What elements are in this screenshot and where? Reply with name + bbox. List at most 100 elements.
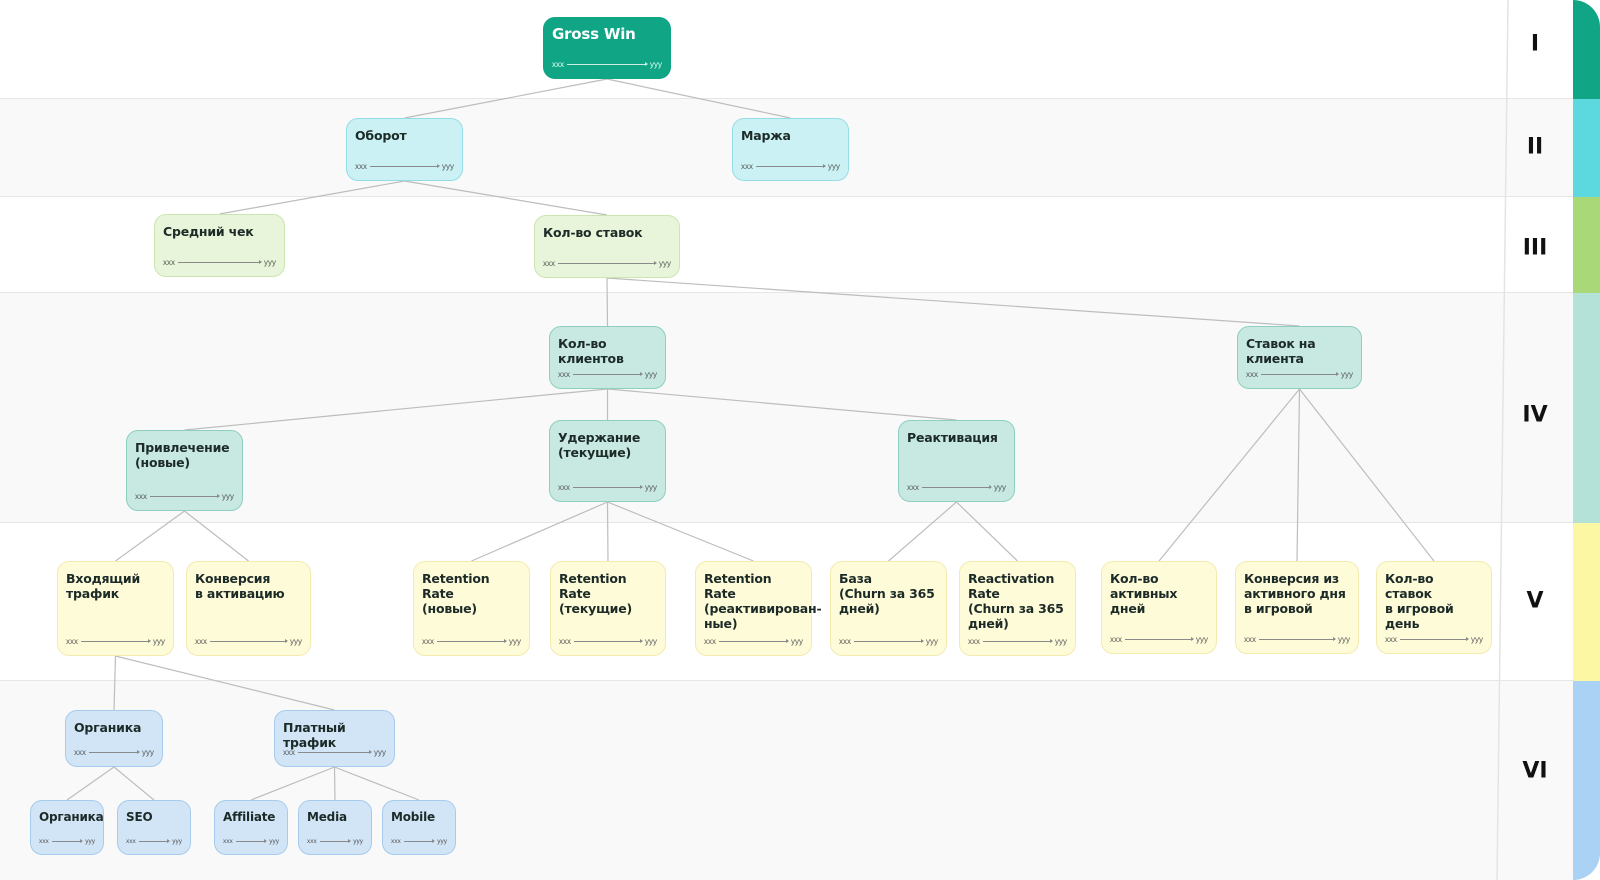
range-max: yyy bbox=[926, 636, 938, 646]
node-bets-count[interactable]: Кол-во ставок xxx yyy bbox=[534, 215, 680, 278]
node-range: xxx yyy bbox=[1244, 634, 1350, 644]
range-arrow-icon bbox=[558, 260, 657, 265]
range-arrow-icon bbox=[319, 838, 351, 843]
node-title: Retention Rate (текущие) bbox=[559, 571, 633, 616]
node-title: Удержание (текущие) bbox=[558, 430, 641, 460]
range-min: xxx bbox=[66, 636, 78, 646]
range-min: xxx bbox=[135, 491, 147, 501]
node-title: Реактивация bbox=[907, 430, 998, 445]
node-rr-current[interactable]: Retention Rate (текущие) xxx yyy bbox=[550, 561, 666, 656]
range-max: yyy bbox=[828, 161, 840, 171]
node-gross-win[interactable]: Gross Win xxx yyy bbox=[543, 17, 671, 79]
node-range: xxx yyy bbox=[1110, 634, 1208, 644]
node-turnover[interactable]: Оборот xxx yyy bbox=[346, 118, 463, 181]
range-max: yyy bbox=[353, 837, 363, 845]
range-max: yyy bbox=[442, 161, 454, 171]
node-title: Кол-во клиентов bbox=[558, 336, 624, 366]
node-activation-conv[interactable]: Конверсия в активацию xxx yyy bbox=[186, 561, 311, 656]
node-rr-reactivated[interactable]: Retention Rate (реактивирован- ные) xxx yy… bbox=[695, 561, 822, 656]
range-max: yyy bbox=[290, 636, 302, 646]
range-arrow-icon bbox=[235, 838, 267, 843]
node-range: xxx yyy bbox=[1246, 369, 1353, 379]
range-min: xxx bbox=[163, 257, 175, 267]
range-arrow-icon bbox=[1261, 371, 1339, 376]
node-active-days[interactable]: Кол-во активных дней xxx yyy bbox=[1101, 561, 1217, 654]
range-max: yyy bbox=[172, 837, 182, 845]
range-max: yyy bbox=[645, 636, 657, 646]
node-media[interactable]: Media xxx yyy bbox=[298, 800, 372, 855]
range-min: xxx bbox=[543, 258, 555, 268]
node-affiliate[interactable]: Affiliate xxx yyy bbox=[214, 800, 288, 855]
node-title: Reactivation Rate (Churn за 365 дней) bbox=[968, 571, 1064, 631]
range-max: yyy bbox=[222, 491, 234, 501]
range-min: xxx bbox=[39, 837, 49, 845]
range-arrow-icon bbox=[1400, 636, 1469, 641]
node-base-churn[interactable]: База (Churn за 365 дней) xxx yyy bbox=[830, 561, 947, 656]
node-paid-traffic[interactable]: Платный трафик xxx yyy bbox=[274, 710, 395, 767]
range-arrow-icon bbox=[81, 638, 151, 643]
node-reactivation[interactable]: Реактивация xxx yyy bbox=[898, 420, 1015, 502]
node-range: xxx yyy bbox=[559, 636, 657, 646]
node-incoming-traffic[interactable]: Входящий трафик xxx yyy bbox=[57, 561, 174, 656]
level-color-strip-iv bbox=[1573, 293, 1600, 523]
range-min: xxx bbox=[558, 482, 570, 492]
range-arrow-icon bbox=[922, 484, 992, 489]
node-organic-sub[interactable]: Органика xxx yyy bbox=[30, 800, 104, 855]
range-arrow-icon bbox=[573, 484, 643, 489]
range-arrow-icon bbox=[567, 61, 648, 66]
node-seo[interactable]: SEO xxx yyy bbox=[117, 800, 191, 855]
node-avg-check[interactable]: Средний чек xxx yyy bbox=[154, 214, 285, 277]
node-title: Кол-во активных дней bbox=[1110, 571, 1178, 616]
node-title: Платный трафик bbox=[283, 720, 346, 750]
range-arrow-icon bbox=[437, 638, 507, 643]
range-max: yyy bbox=[374, 747, 386, 757]
node-retention[interactable]: Удержание (текущие) xxx yyy bbox=[549, 420, 666, 502]
node-active-to-game-conv[interactable]: Конверсия из активного дня в игровой xxx y… bbox=[1235, 561, 1359, 654]
node-range: xxx yyy bbox=[543, 258, 671, 268]
range-arrow-icon bbox=[573, 371, 643, 376]
node-range: xxx yyy bbox=[355, 161, 454, 171]
range-min: xxx bbox=[1244, 634, 1256, 644]
node-range: xxx yyy bbox=[66, 636, 165, 646]
range-min: xxx bbox=[126, 837, 136, 845]
node-bets-per-client[interactable]: Ставок на клиента xxx yyy bbox=[1237, 326, 1362, 389]
node-range: xxx yyy bbox=[283, 747, 386, 757]
range-arrow-icon bbox=[854, 638, 924, 643]
node-title: Маржа bbox=[741, 128, 791, 143]
range-arrow-icon bbox=[298, 749, 372, 754]
node-mobile[interactable]: Mobile xxx yyy bbox=[382, 800, 456, 855]
range-max: yyy bbox=[1196, 634, 1208, 644]
node-range: xxx yyy bbox=[126, 836, 182, 846]
range-arrow-icon bbox=[150, 493, 220, 498]
range-arrow-icon bbox=[138, 838, 170, 843]
node-reactivation-rate[interactable]: Reactivation Rate (Churn за 365 дней) xxx… bbox=[959, 561, 1076, 656]
node-range: xxx yyy bbox=[163, 257, 276, 267]
level-label-iv: IV bbox=[1522, 402, 1548, 428]
level-label-vi: VI bbox=[1522, 758, 1548, 784]
node-title: SEO bbox=[126, 810, 153, 824]
node-title: Media bbox=[307, 810, 347, 824]
range-max: yyy bbox=[1341, 369, 1353, 379]
node-margin[interactable]: Маржа xxx yyy bbox=[732, 118, 849, 181]
node-acquisition[interactable]: Привлечение (новые) xxx yyy bbox=[126, 430, 243, 511]
range-min: xxx bbox=[1385, 634, 1397, 644]
level-color-strip-i bbox=[1573, 0, 1600, 99]
node-range: xxx yyy bbox=[39, 836, 95, 846]
node-title: Оборот bbox=[355, 128, 407, 143]
node-range: xxx yyy bbox=[907, 482, 1006, 492]
node-range: xxx yyy bbox=[741, 161, 840, 171]
range-arrow-icon bbox=[403, 838, 435, 843]
node-title: Входящий трафик bbox=[66, 571, 141, 601]
range-min: xxx bbox=[307, 837, 317, 845]
range-max: yyy bbox=[509, 636, 521, 646]
range-max: yyy bbox=[437, 837, 447, 845]
node-title: Mobile bbox=[391, 810, 435, 824]
node-clients-count[interactable]: Кол-во клиентов xxx yyy bbox=[549, 326, 666, 389]
range-min: xxx bbox=[1246, 369, 1258, 379]
range-max: yyy bbox=[645, 482, 657, 492]
range-min: xxx bbox=[741, 161, 753, 171]
node-rr-new[interactable]: Retention Rate (новые) xxx yyy bbox=[413, 561, 530, 656]
node-organic[interactable]: Органика xxx yyy bbox=[65, 710, 163, 767]
node-bets-per-game-day[interactable]: Кол-во ставок в игровой день xxx yyy bbox=[1376, 561, 1492, 654]
level-color-strip-iii bbox=[1573, 197, 1600, 293]
